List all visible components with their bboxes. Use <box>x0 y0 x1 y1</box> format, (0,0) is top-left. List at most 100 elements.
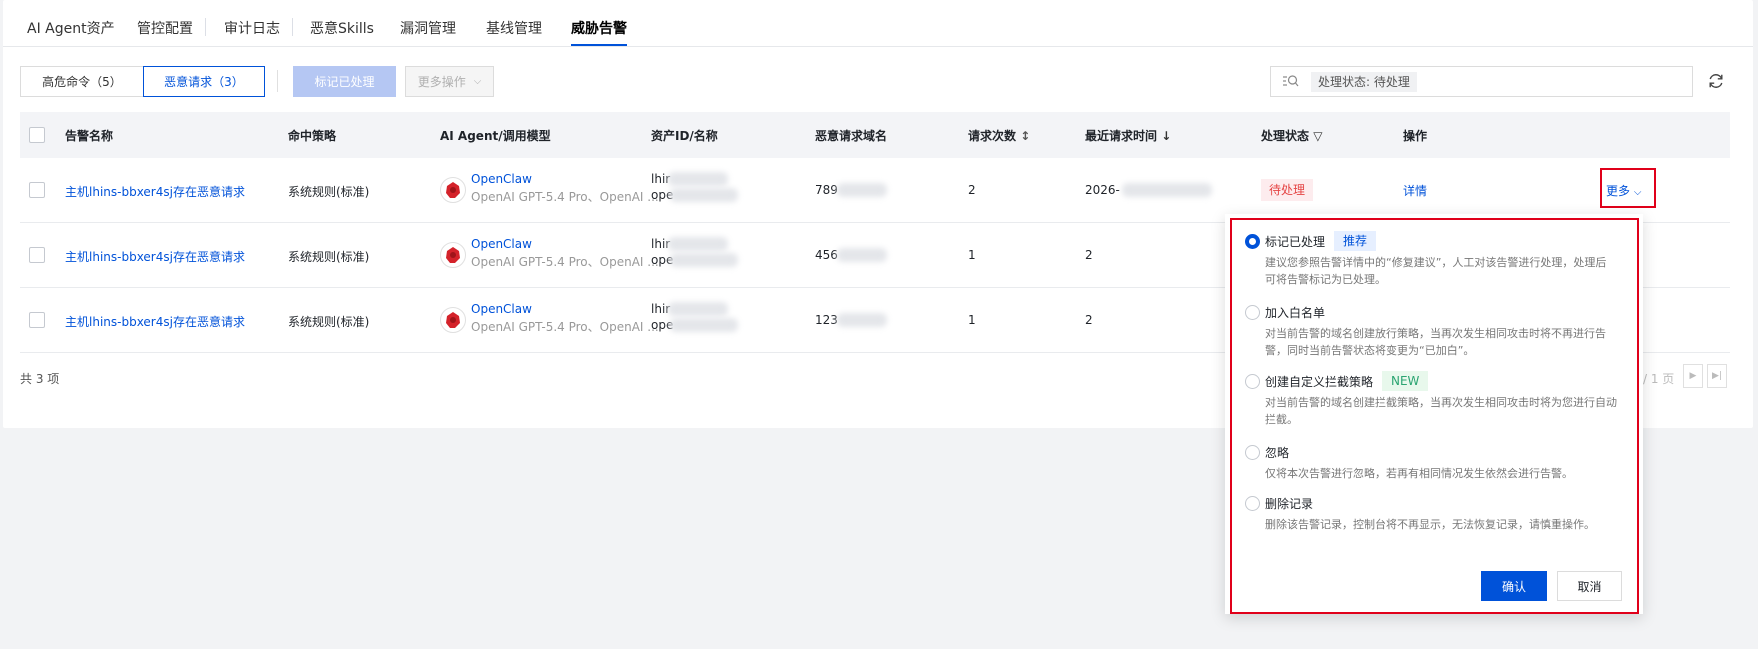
model-text: OpenAI GPT-5.4 Pro、OpenAI ... <box>471 320 659 334</box>
redacted-blur <box>670 188 738 202</box>
tab-malicious-skills[interactable]: 恶意Skills <box>310 18 374 38</box>
col-count-label: 请求次数 <box>968 129 1017 143</box>
radio-custom-block[interactable] <box>1245 374 1260 389</box>
tab-vuln-mgmt[interactable]: 漏洞管理 <box>400 18 456 38</box>
seg-high-risk-commands[interactable]: 高危命令（5） <box>20 66 143 97</box>
total-count: 共 3 项 <box>20 372 60 386</box>
domain-text: 789 <box>815 183 838 197</box>
redacted-blur <box>1122 183 1212 197</box>
col-policy: 命中策略 <box>288 129 337 143</box>
row-checkbox[interactable] <box>29 182 45 198</box>
count-text: 1 <box>968 313 976 327</box>
filter-chip-status[interactable]: 处理状态: 待处理 <box>1311 72 1417 92</box>
option-title: 删除记录 <box>1265 497 1314 511</box>
col-alert-name: 告警名称 <box>65 129 114 143</box>
model-text: OpenAI GPT-5.4 Pro、OpenAI ... <box>471 255 659 269</box>
last-page-button[interactable]: ▶| <box>1707 364 1727 388</box>
redacted-blur <box>670 253 738 267</box>
tab-ai-agent-assets[interactable]: AI Agent资产 <box>27 18 115 38</box>
col-time-label: 最近请求时间 <box>1085 129 1158 143</box>
chevron-down-icon: ⌵ <box>473 76 482 87</box>
cancel-button[interactable]: 取消 <box>1557 571 1622 601</box>
row-checkbox[interactable] <box>29 312 45 328</box>
seg-malicious-requests[interactable]: 恶意请求（3） <box>143 66 265 97</box>
policy-text: 系统规则(标准) <box>288 315 370 329</box>
confirm-button[interactable]: 确认 <box>1481 571 1547 601</box>
detail-link[interactable]: 详情 <box>1403 182 1427 199</box>
status-badge: 待处理 <box>1261 179 1314 201</box>
option-title: 标记已处理 <box>1265 235 1326 249</box>
col-time[interactable]: 最近请求时间 ↓ <box>1085 127 1171 144</box>
tab-threat-alerts[interactable]: 威胁告警 <box>571 18 627 46</box>
option-title: 忽略 <box>1265 446 1290 460</box>
col-count[interactable]: 请求次数 ↕ <box>968 127 1030 144</box>
radio-ignore[interactable] <box>1245 445 1260 460</box>
recommend-tag: 推荐 <box>1334 231 1377 251</box>
alert-name-link[interactable]: 主机lhins-bbxer4sj存在恶意请求 <box>65 183 245 200</box>
option-desc: 仅将本次告警进行忽略，若再有相同情况发生依然会进行告警。 <box>1265 467 1573 480</box>
tab-divider <box>292 18 293 36</box>
redacted-blur <box>837 313 887 327</box>
option-desc: 对当前告警的域名创建放行策略，当再次发生相同攻击时将不再进行告警，同时当前告警状… <box>1265 327 1606 357</box>
domain-text: 123 <box>815 313 838 327</box>
policy-text: 系统规则(标准) <box>288 250 370 264</box>
col-ops: 操作 <box>1403 129 1428 143</box>
openclaw-logo-icon <box>440 307 466 333</box>
alert-name-link[interactable]: 主机lhins-bbxer4sj存在恶意请求 <box>65 248 245 265</box>
highlight-box <box>1600 168 1656 208</box>
col-agent-model: AI Agent/调用模型 <box>440 129 551 143</box>
time-text: 2026- <box>1085 183 1120 197</box>
col-status[interactable]: 处理状态 ▽ <box>1261 127 1322 144</box>
alert-name-link[interactable]: 主机lhins-bbxer4sj存在恶意请求 <box>65 313 245 330</box>
select-all-checkbox[interactable] <box>29 127 45 143</box>
radio-mark-handled[interactable] <box>1245 234 1260 249</box>
new-tag: NEW <box>1382 371 1429 391</box>
toolbar-divider <box>277 70 278 92</box>
redacted-blur <box>668 237 728 251</box>
search-filter-input[interactable]: 处理状态: 待处理 <box>1270 66 1693 97</box>
more-ops-label: 更多操作 <box>417 75 466 89</box>
refresh-icon[interactable] <box>1707 72 1725 90</box>
count-text: 1 <box>968 248 976 262</box>
domain-text: 456 <box>815 248 838 262</box>
option-title: 加入白名单 <box>1265 306 1326 320</box>
redacted-blur <box>668 172 728 186</box>
col-domain: 恶意请求域名 <box>815 129 888 143</box>
more-ops-button[interactable]: 更多操作 ⌵ <box>405 66 494 97</box>
option-title: 创建自定义拦截策略 <box>1265 375 1374 389</box>
option-desc: 建议您参照告警详情中的“修复建议”，人工对该告警进行处理，处理后可将告警标记为已… <box>1265 256 1607 286</box>
filter-funnel-icon[interactable]: ▽ <box>1313 129 1322 143</box>
col-status-label: 处理状态 <box>1261 129 1310 143</box>
table-header: 告警名称 命中策略 AI Agent/调用模型 资产ID/名称 恶意请求域名 请… <box>20 112 1730 158</box>
redacted-blur <box>837 248 887 262</box>
option-desc: 删除该告警记录，控制台将不再显示，无法恢复记录，请慎重操作。 <box>1265 518 1595 531</box>
sort-icon[interactable]: ↕ <box>1020 129 1030 143</box>
tab-baseline-mgmt[interactable]: 基线管理 <box>486 18 542 38</box>
row-checkbox[interactable] <box>29 247 45 263</box>
agent-name-link[interactable]: OpenClaw <box>471 172 532 186</box>
time-text: 2 <box>1085 248 1093 262</box>
top-tabs: AI Agent资产 管控配置 审计日志 恶意Skills 漏洞管理 基线管理 … <box>3 0 1753 47</box>
agent-name-link[interactable]: OpenClaw <box>471 237 532 251</box>
option-desc: 对当前告警的域名创建拦截策略，当再次发生相同攻击时将为您进行自动拦截。 <box>1265 396 1617 426</box>
redacted-blur <box>668 302 728 316</box>
count-text: 2 <box>968 183 976 197</box>
radio-whitelist[interactable] <box>1245 305 1260 320</box>
col-asset: 资产ID/名称 <box>651 129 718 143</box>
redacted-blur <box>837 183 887 197</box>
model-text: OpenAI GPT-5.4 Pro、OpenAI ... <box>471 190 659 204</box>
sort-desc-icon[interactable]: ↓ <box>1161 129 1171 143</box>
tab-audit-log[interactable]: 审计日志 <box>224 18 280 38</box>
filter-search-icon <box>1283 75 1299 87</box>
time-text: 2 <box>1085 313 1093 327</box>
openclaw-logo-icon <box>440 242 466 268</box>
next-page-button[interactable]: ▶ <box>1683 364 1703 388</box>
tab-control-config[interactable]: 管控配置 <box>137 18 193 38</box>
agent-name-link[interactable]: OpenClaw <box>471 302 532 316</box>
pager-text: / 1 页 <box>1643 372 1675 386</box>
mark-handled-button[interactable]: 标记已处理 <box>293 66 396 97</box>
tab-divider <box>205 18 206 36</box>
openclaw-logo-icon <box>440 177 466 203</box>
radio-delete[interactable] <box>1245 496 1260 511</box>
redacted-blur <box>670 318 738 332</box>
